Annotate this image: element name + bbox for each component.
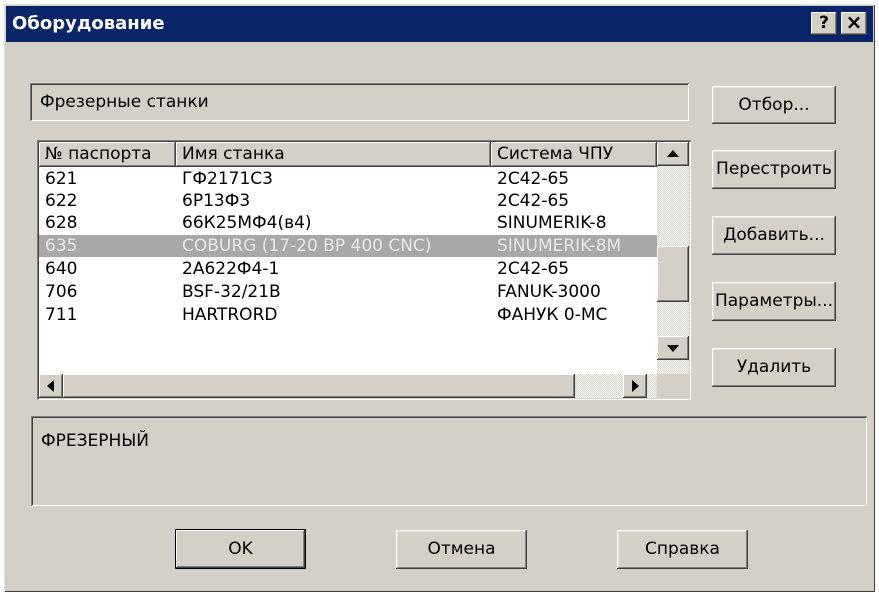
help-button[interactable]: Справка bbox=[617, 530, 748, 569]
arrow-right-icon bbox=[632, 380, 639, 392]
filter-button[interactable]: Отбор... bbox=[712, 86, 836, 124]
vertical-scroll-thumb[interactable] bbox=[657, 246, 689, 302]
add-button[interactable]: Добавить... bbox=[712, 216, 836, 255]
table-row[interactable]: 622 6Р13Ф3 2С42-65 bbox=[39, 190, 657, 212]
table-row-selected[interactable]: 635 COBURG (17-20 BP 400 CNC) SINUMERIK-… bbox=[39, 235, 657, 257]
horizontal-scroll-thumb[interactable] bbox=[63, 374, 575, 398]
arrow-left-icon bbox=[47, 380, 54, 392]
equipment-list[interactable]: № паспорта Имя станка Система ЧПУ 621 ГФ… bbox=[37, 140, 691, 400]
delete-button[interactable]: Удалить bbox=[712, 348, 836, 387]
cancel-button[interactable]: Отмена bbox=[396, 530, 527, 569]
description-field[interactable]: ФРЕЗЕРНЫЙ bbox=[31, 416, 867, 506]
column-header-cnc-system[interactable]: Система ЧПУ bbox=[491, 142, 657, 167]
help-title-button[interactable]: ? bbox=[811, 12, 837, 35]
rebuild-button[interactable]: Перестроить bbox=[712, 150, 836, 189]
table-row[interactable]: 628 66К25МФ4(в4) SINUMERIK-8 bbox=[39, 212, 657, 234]
scroll-down-button[interactable] bbox=[657, 336, 689, 360]
ok-button[interactable]: OK bbox=[175, 529, 306, 569]
equipment-dialog: Оборудование ? × Фрезерные станки Отбор.… bbox=[4, 4, 875, 592]
column-header-machine-name[interactable]: Имя станка bbox=[176, 142, 491, 167]
vertical-scrollbar[interactable] bbox=[657, 142, 689, 374]
arrow-up-icon bbox=[667, 150, 679, 157]
horizontal-scrollbar[interactable] bbox=[39, 374, 657, 398]
category-field[interactable]: Фрезерные станки bbox=[30, 83, 689, 121]
window-title: Оборудование bbox=[12, 13, 165, 34]
table-row[interactable]: 711 HARTRORD ФАНУК 0-МС bbox=[39, 304, 657, 322]
category-value: Фрезерные станки bbox=[40, 92, 209, 112]
scroll-up-button[interactable] bbox=[657, 142, 689, 166]
table-row[interactable]: 640 2А622Ф4-1 2С42-65 bbox=[39, 258, 657, 280]
title-bar[interactable]: Оборудование ? × bbox=[6, 6, 873, 42]
scroll-left-button[interactable] bbox=[39, 374, 63, 398]
parameters-button[interactable]: Параметры... bbox=[712, 282, 836, 321]
close-button[interactable]: × bbox=[841, 12, 867, 35]
arrow-down-icon bbox=[667, 345, 679, 352]
column-header-passport[interactable]: № паспорта bbox=[39, 142, 176, 167]
table-row[interactable]: 621 ГФ2171С3 2С42-65 bbox=[39, 168, 657, 190]
scroll-right-button[interactable] bbox=[623, 374, 647, 398]
description-value: ФРЕЗЕРНЫЙ bbox=[41, 431, 150, 451]
scrollbar-corner bbox=[657, 374, 689, 398]
table-row[interactable]: 706 BSF-32/21B FANUK-3000 bbox=[39, 281, 657, 303]
